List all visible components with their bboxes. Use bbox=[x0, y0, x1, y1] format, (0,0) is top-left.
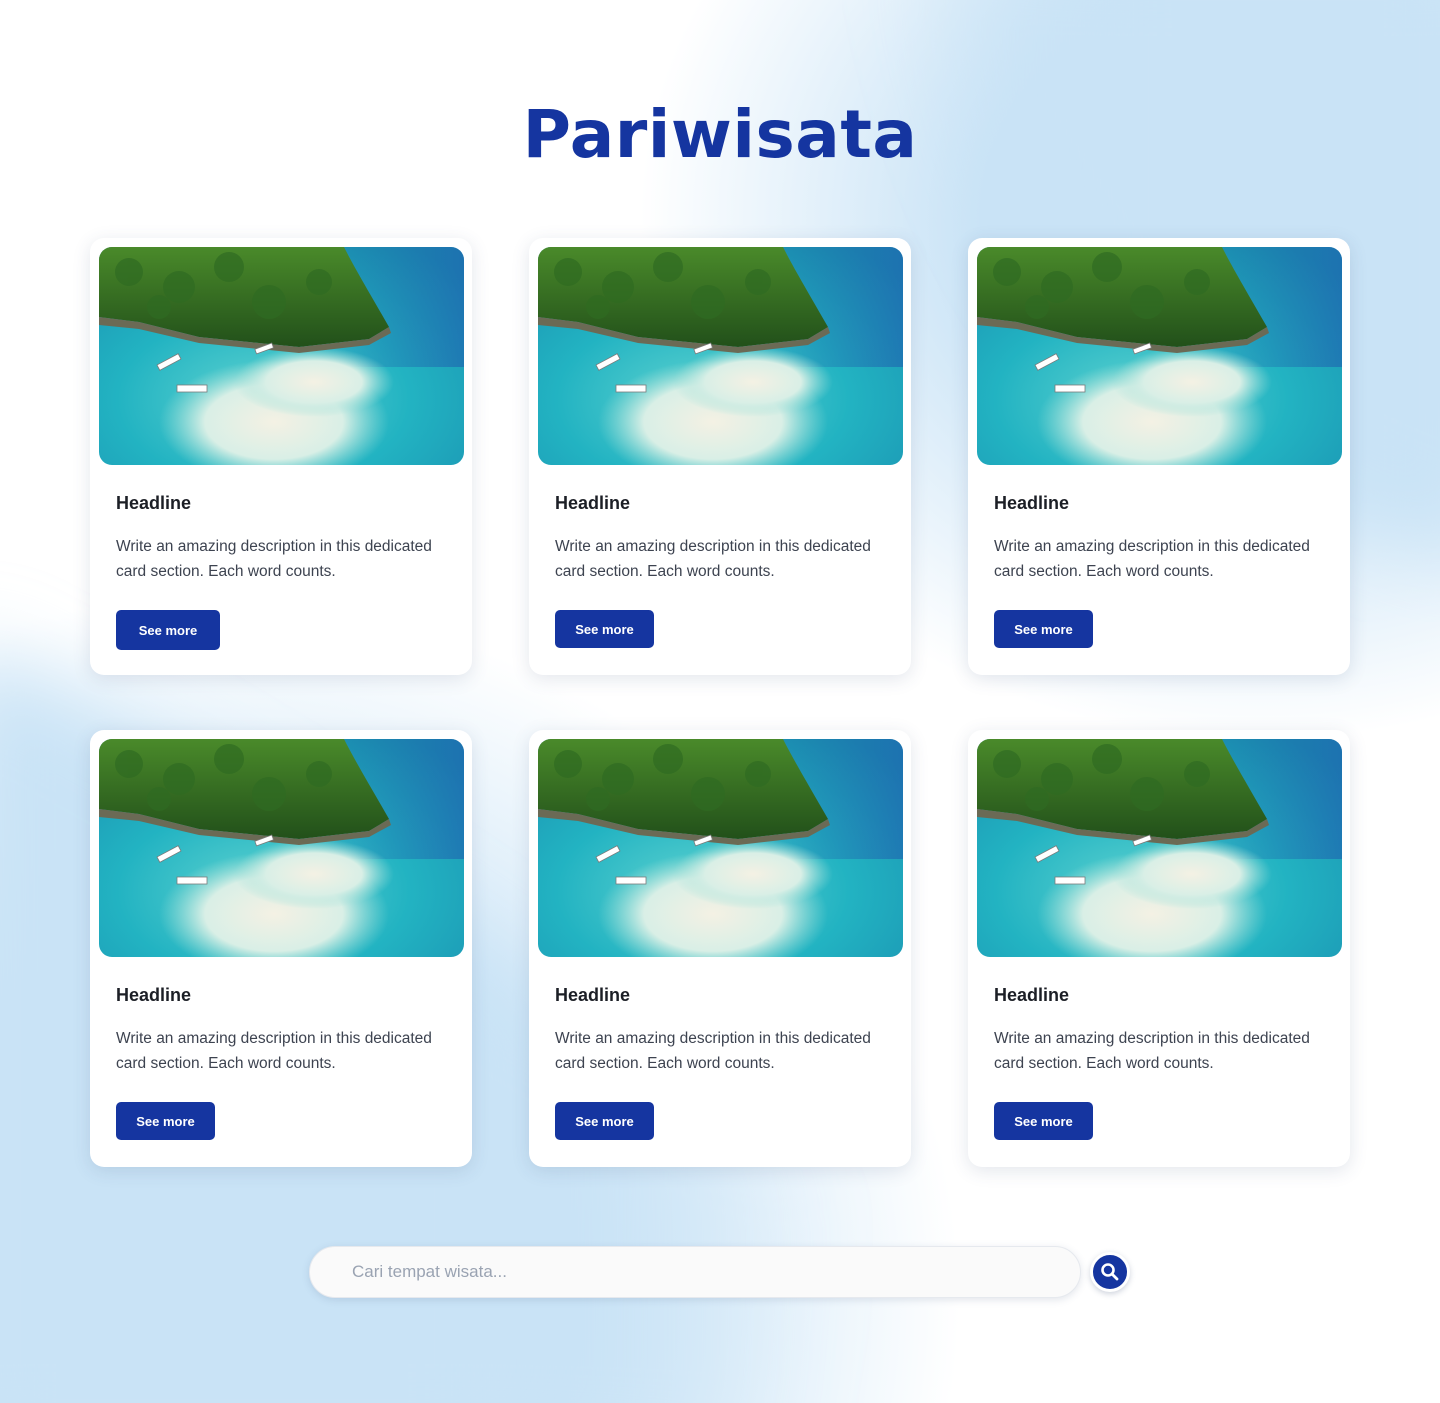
search-input[interactable] bbox=[310, 1247, 1080, 1297]
card-description: Write an amazing description in this ded… bbox=[994, 538, 1310, 580]
search-button[interactable] bbox=[1090, 1252, 1130, 1292]
card: Headline Write an amazing description in… bbox=[90, 238, 472, 675]
search-icon bbox=[1101, 1263, 1119, 1281]
beach-island-image bbox=[99, 739, 464, 957]
see-more-button[interactable]: See more bbox=[116, 610, 220, 650]
see-more-button[interactable]: See more bbox=[555, 610, 654, 648]
card-description: Write an amazing description in this ded… bbox=[555, 538, 871, 580]
page-title: Pariwisata bbox=[522, 96, 918, 173]
see-more-button[interactable]: See more bbox=[994, 610, 1093, 648]
beach-island-image bbox=[99, 247, 464, 465]
card-headline: Headline bbox=[116, 985, 192, 1005]
card: Headline Write an amazing description in… bbox=[968, 238, 1350, 675]
search-bar bbox=[309, 1246, 1081, 1298]
card: Headline Write an amazing description in… bbox=[968, 730, 1350, 1167]
see-more-button[interactable]: See more bbox=[994, 1102, 1093, 1140]
card-headline: Headline bbox=[994, 493, 1070, 513]
card-headline: Headline bbox=[994, 985, 1070, 1005]
beach-island-image bbox=[538, 247, 903, 465]
beach-island-image bbox=[538, 739, 903, 957]
card-description: Write an amazing description in this ded… bbox=[116, 1030, 432, 1072]
see-more-button[interactable]: See more bbox=[116, 1102, 215, 1140]
card-headline: Headline bbox=[116, 493, 192, 513]
card-description: Write an amazing description in this ded… bbox=[555, 1030, 871, 1072]
background-blob bbox=[0, 0, 1440, 1403]
card-headline: Headline bbox=[555, 985, 631, 1005]
beach-island-image bbox=[977, 247, 1342, 465]
see-more-button[interactable]: See more bbox=[555, 1102, 654, 1140]
card-description: Write an amazing description in this ded… bbox=[994, 1030, 1310, 1072]
card: Headline Write an amazing description in… bbox=[529, 730, 911, 1167]
card-headline: Headline bbox=[555, 493, 631, 513]
card: Headline Write an amazing description in… bbox=[90, 730, 472, 1167]
card-description: Write an amazing description in this ded… bbox=[116, 538, 432, 580]
card: Headline Write an amazing description in… bbox=[529, 238, 911, 675]
beach-island-image bbox=[977, 739, 1342, 957]
